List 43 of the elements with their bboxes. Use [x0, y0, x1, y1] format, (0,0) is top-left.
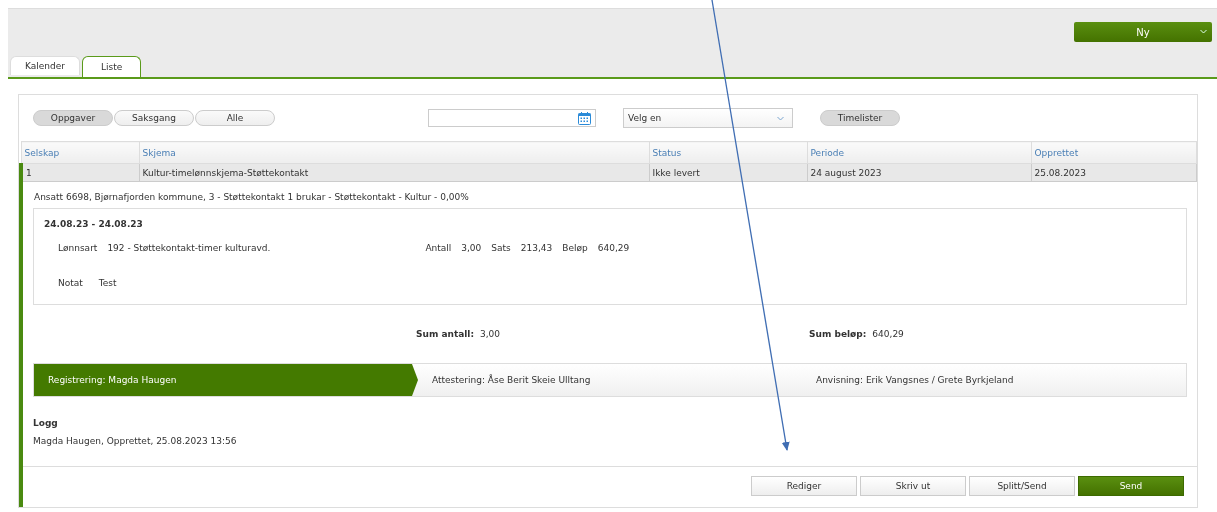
field-label: Beløp: [562, 243, 588, 253]
field-label: Lønnsart: [58, 243, 98, 253]
date-field[interactable]: [428, 109, 596, 127]
workflow-step[interactable]: Anvisning: Erik Vangsnes / Grete Byrkjeland: [802, 364, 1186, 396]
sum-label: Sum beløp:: [809, 329, 867, 339]
calendar-icon[interactable]: [578, 111, 591, 125]
action-button[interactable]: Rediger: [751, 476, 857, 496]
field-value: 192 - Støttekontakt-timer kulturavd.: [107, 243, 272, 253]
column-header[interactable]: Status: [649, 141, 807, 164]
action-button[interactable]: Skriv ut: [860, 476, 966, 496]
workflow-step[interactable]: Registrering: Magda Haugen: [34, 364, 418, 396]
filter-button[interactable]: Alle: [195, 110, 275, 126]
sum-value: 3,00: [480, 329, 501, 339]
column-header[interactable]: Periode: [807, 141, 1031, 164]
tab[interactable]: Kalender: [10, 56, 80, 75]
field-label: Notat: [58, 278, 83, 288]
field-value: 213,43: [520, 243, 553, 253]
select-dropdown[interactable]: Velg en: [623, 108, 793, 128]
field-value: 3,00: [461, 243, 482, 253]
field-label: Sats: [491, 243, 511, 253]
field-label: Antall: [425, 243, 452, 253]
new-button[interactable]: Ny: [1074, 22, 1212, 42]
sum-label: Sum antall:: [416, 329, 475, 339]
date-range: 24.08.23 - 24.08.23: [44, 219, 144, 229]
timelister-button[interactable]: Timelister: [820, 110, 900, 126]
select-value: Velg en: [628, 113, 662, 123]
filter-button[interactable]: Oppgaver: [33, 110, 113, 126]
field-value: Test: [98, 278, 117, 288]
log-title: Logg: [33, 418, 59, 428]
caret-icon: [1200, 29, 1207, 34]
sum-value: 640,29: [872, 329, 904, 339]
column-header[interactable]: Opprettet: [1031, 141, 1197, 164]
employee-info: Ansatt 6698, Bjørnafjorden kommune, 3 - Støttekontakt 1 brukar - Støttekontakt - Kultur - 0,00%: [33, 191, 470, 204]
column-header[interactable]: Selskap: [21, 141, 139, 164]
workflow-step[interactable]: Attestering: Åse Berit Skeie Ulltang: [418, 364, 802, 396]
send-button[interactable]: Send: [1078, 476, 1184, 496]
log-entry: Magda Haugen, Opprettet, 25.08.2023 13:56: [33, 436, 238, 446]
field-value: 640,29: [597, 243, 630, 253]
column-header[interactable]: Skjema: [139, 141, 649, 164]
caret-icon: [777, 115, 784, 121]
action-button[interactable]: Splitt/Send: [969, 476, 1075, 496]
tab[interactable]: Liste: [81, 56, 142, 77]
filter-button[interactable]: Saksgang: [114, 110, 194, 126]
